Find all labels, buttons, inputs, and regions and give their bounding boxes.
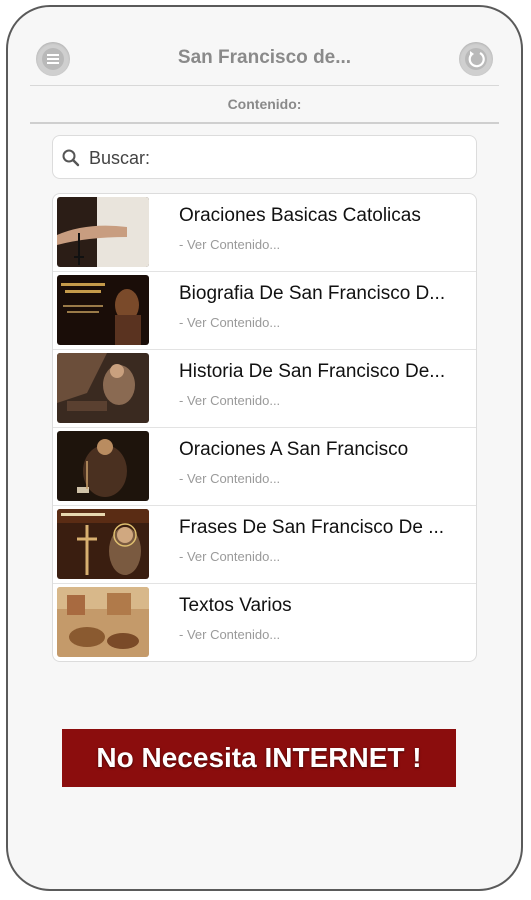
list-item[interactable]: Oraciones A San Francisco - Ver Contenid…	[53, 428, 476, 506]
item-title: Oraciones A San Francisco	[179, 439, 409, 460]
list-item[interactable]: Biografia De San Francisco D... - Ver Co…	[53, 272, 476, 350]
app-header: San Francisco de...	[30, 29, 499, 86]
item-subtitle: - Ver Contenido...	[179, 315, 281, 330]
item-subtitle: - Ver Contenido...	[179, 393, 281, 408]
item-subtitle: - Ver Contenido...	[179, 237, 281, 252]
item-subtitle: - Ver Contenido...	[179, 471, 281, 486]
back-button[interactable]	[459, 42, 493, 76]
item-title: Oraciones Basicas Catolicas	[179, 205, 421, 226]
search-input[interactable]	[87, 136, 451, 180]
item-title: Biografia De San Francisco D...	[179, 283, 446, 304]
item-title: Historia De San Francisco De...	[179, 361, 446, 382]
list-item[interactable]: Textos Varios - Ver Contenido...	[53, 584, 476, 661]
item-title: Textos Varios	[179, 595, 292, 616]
section-label: Contenido:	[30, 86, 499, 124]
item-thumbnail	[57, 587, 149, 657]
back-icon	[465, 48, 487, 70]
promo-banner: No Necesita INTERNET !	[62, 729, 456, 787]
content-list: Oraciones Basicas Catolicas - Ver Conten…	[52, 193, 477, 662]
list-item[interactable]: Oraciones Basicas Catolicas - Ver Conten…	[53, 194, 476, 272]
item-thumbnail	[57, 197, 149, 267]
search-icon	[62, 149, 80, 167]
menu-icon	[42, 48, 64, 70]
search-bar[interactable]	[52, 135, 477, 180]
list-item[interactable]: Frases De San Francisco De ... - Ver Con…	[53, 506, 476, 584]
page-title: San Francisco de...	[177, 47, 352, 68]
item-thumbnail	[57, 275, 149, 345]
item-thumbnail	[57, 431, 149, 501]
item-title: Frases De San Francisco De ...	[179, 517, 445, 538]
item-thumbnail	[57, 509, 149, 579]
item-subtitle: - Ver Contenido...	[179, 627, 281, 642]
list-item[interactable]: Historia De San Francisco De... - Ver Co…	[53, 350, 476, 428]
item-thumbnail	[57, 353, 149, 423]
item-subtitle: - Ver Contenido...	[179, 549, 281, 564]
menu-button[interactable]	[36, 42, 70, 76]
